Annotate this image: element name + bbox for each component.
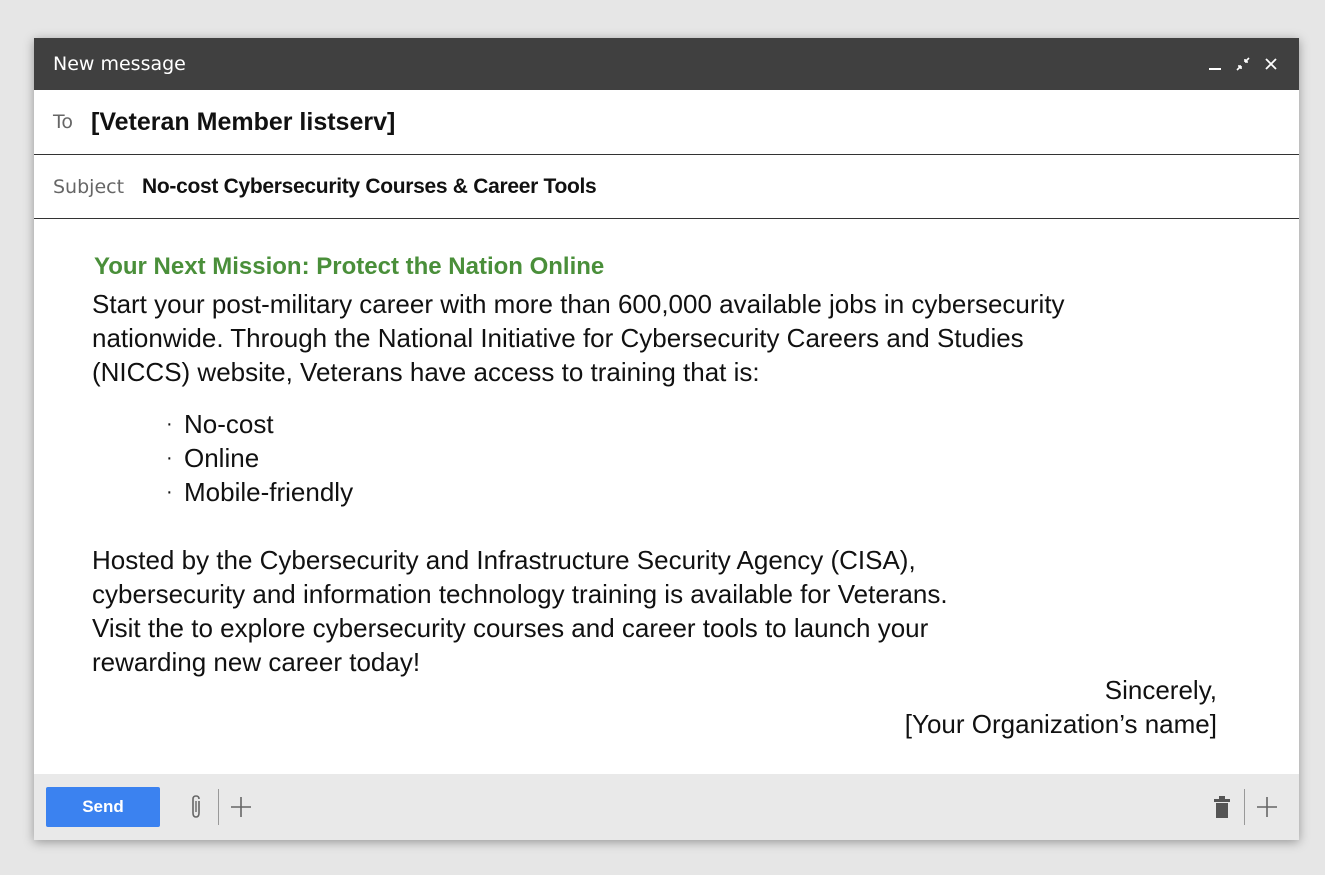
compose-footer: Send — [34, 774, 1299, 840]
bullet-icon: · — [166, 481, 173, 503]
closing-paragraph: Hosted by the Cybersecurity and Infrastr… — [92, 543, 1299, 679]
signoff-text: Sincerely, — [1104, 675, 1217, 705]
compose-titlebar: New message — [34, 38, 1299, 90]
intro-line: Start your post-military career with mor… — [92, 289, 1065, 319]
intro-line: (NICCS) website, Veterans have access to… — [92, 357, 760, 387]
message-headline: Your Next Mission: Protect the Nation On… — [94, 253, 605, 280]
plus-icon[interactable] — [225, 787, 257, 827]
footer-right-tools — [1206, 787, 1283, 827]
bullet-icon: · — [166, 447, 173, 469]
closing-line: cybersecurity and information technology… — [92, 579, 948, 609]
toolbar-divider — [1244, 789, 1245, 825]
subject-label: Subject — [53, 175, 125, 198]
signature-block: Sincerely, [Your Organization’s name] — [905, 673, 1217, 741]
message-body[interactable]: Your Next Mission: Protect the Nation On… — [34, 219, 1299, 774]
to-recipient[interactable]: [Veteran Member listserv] — [91, 108, 395, 137]
toolbar-divider — [218, 789, 219, 825]
list-item-text: Mobile-friendly — [184, 477, 354, 507]
to-label: To — [53, 111, 74, 133]
compose-window: New message To [Veteran Member listserv]… — [34, 38, 1299, 840]
list-item: · No-cost — [166, 407, 1299, 441]
list-item: · Mobile-friendly — [166, 475, 1299, 509]
send-button[interactable]: Send — [46, 787, 160, 827]
bullet-icon: · — [166, 413, 173, 435]
trash-icon[interactable] — [1206, 787, 1238, 827]
intro-paragraph: Start your post-military career with mor… — [92, 287, 1299, 389]
paperclip-icon[interactable] — [180, 787, 212, 827]
window-title: New message — [53, 53, 186, 75]
close-icon[interactable] — [1257, 49, 1285, 79]
signature-text: [Your Organization’s name] — [904, 709, 1217, 739]
benefit-list: · No-cost · Online · Mobile-friendly — [92, 407, 1299, 509]
window-controls — [1201, 49, 1285, 79]
footer-left-tools: Send — [46, 787, 257, 827]
to-field[interactable]: To [Veteran Member listserv] — [34, 90, 1299, 155]
plus-icon[interactable] — [1251, 787, 1283, 827]
intro-line: nationwide. Through the National Initiat… — [92, 323, 1024, 353]
closing-line: Hosted by the Cybersecurity and Infrastr… — [92, 545, 916, 575]
minimize-icon[interactable] — [1201, 49, 1229, 79]
expand-icon[interactable] — [1229, 49, 1257, 79]
list-item: · Online — [166, 441, 1299, 475]
subject-text[interactable]: No-cost Cybersecurity Courses & Career T… — [142, 175, 597, 199]
subject-field[interactable]: Subject No-cost Cybersecurity Courses & … — [34, 155, 1299, 219]
closing-line: Visit the to explore cybersecurity cours… — [92, 613, 929, 643]
list-item-text: Online — [184, 443, 260, 473]
list-item-text: No-cost — [184, 409, 274, 439]
